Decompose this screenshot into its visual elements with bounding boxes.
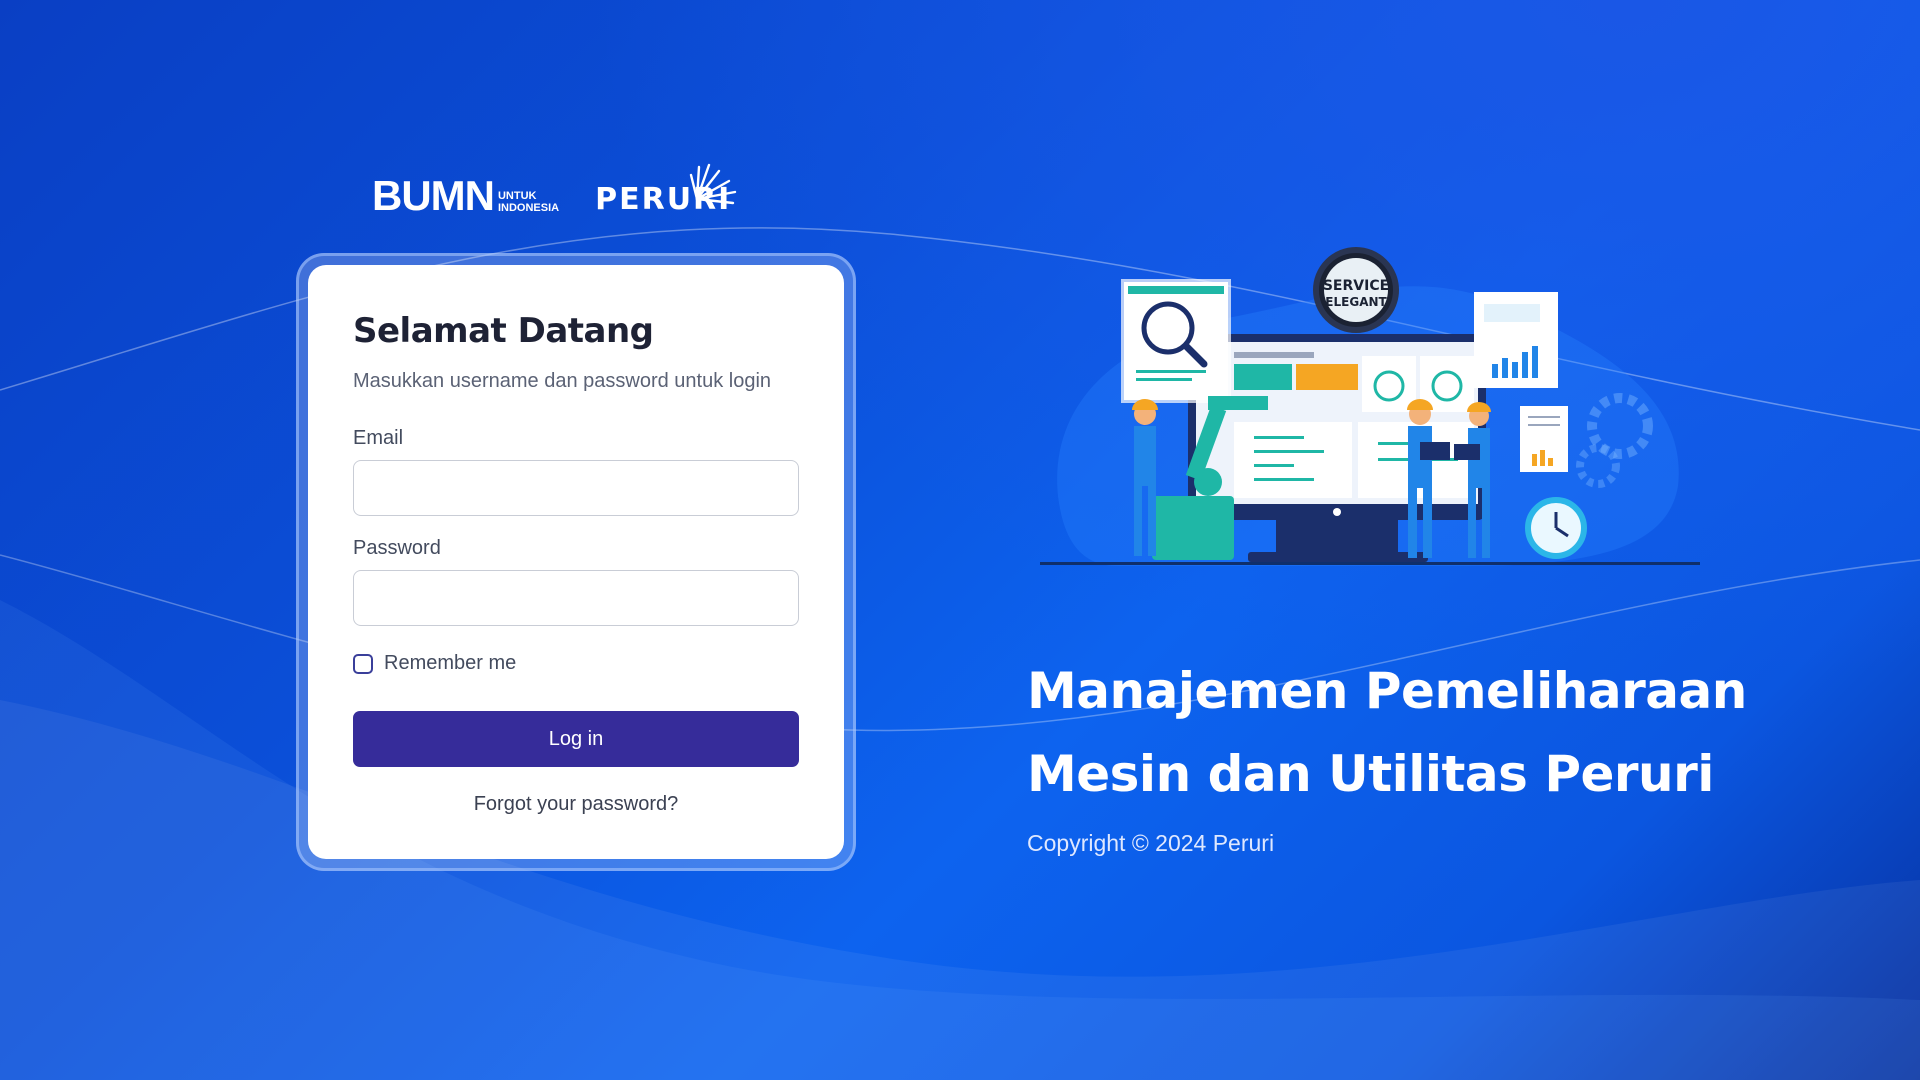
remember-me-checkbox[interactable] xyxy=(353,653,373,674)
peruri-burst-icon xyxy=(690,163,737,205)
login-card: Selamat Datang Masukkan username dan pas… xyxy=(308,265,844,859)
copyright-text: Copyright © 2024 Peruri xyxy=(1027,830,1275,856)
hero-headline-line2: Mesin dan Utilitas Peruri xyxy=(1027,745,1714,803)
maintenance-illustration: SERVICE ELEGANT xyxy=(1040,247,1700,566)
email-field[interactable] xyxy=(353,460,799,516)
brand-logos: BUMN UNTUK INDONESIA PERURI xyxy=(372,155,737,217)
badge-line1: SERVICE xyxy=(1323,278,1389,294)
email-label: Email xyxy=(353,427,404,449)
bumn-logo-text: BUMN xyxy=(372,172,495,219)
login-title: Selamat Datang xyxy=(353,311,654,351)
badge-line2: ELEGANT xyxy=(1325,295,1387,309)
password-field[interactable] xyxy=(353,570,799,626)
bumn-sub-line2: INDONESIA xyxy=(497,202,560,214)
login-subtitle: Masukkan username dan password untuk log… xyxy=(353,370,772,392)
forgot-password-link[interactable]: Forgot your password? xyxy=(353,793,799,816)
bumn-logo-subtext: UNTUK INDONESIA xyxy=(498,190,559,214)
remember-me-row[interactable]: Remember me xyxy=(353,652,799,675)
bumn-logo: BUMN UNTUK INDONESIA xyxy=(372,175,559,217)
hero-headline: Manajemen Pemeliharaan Mesin dan Utilita… xyxy=(1027,650,1747,816)
remember-me-label: Remember me xyxy=(384,652,517,674)
password-label: Password xyxy=(353,537,441,559)
hero-headline-line1: Manajemen Pemeliharaan xyxy=(1027,662,1747,720)
peruri-logo: PERURI xyxy=(595,163,737,217)
login-button[interactable]: Log in xyxy=(353,711,799,767)
bumn-sub-line1: UNTUK xyxy=(497,190,537,202)
